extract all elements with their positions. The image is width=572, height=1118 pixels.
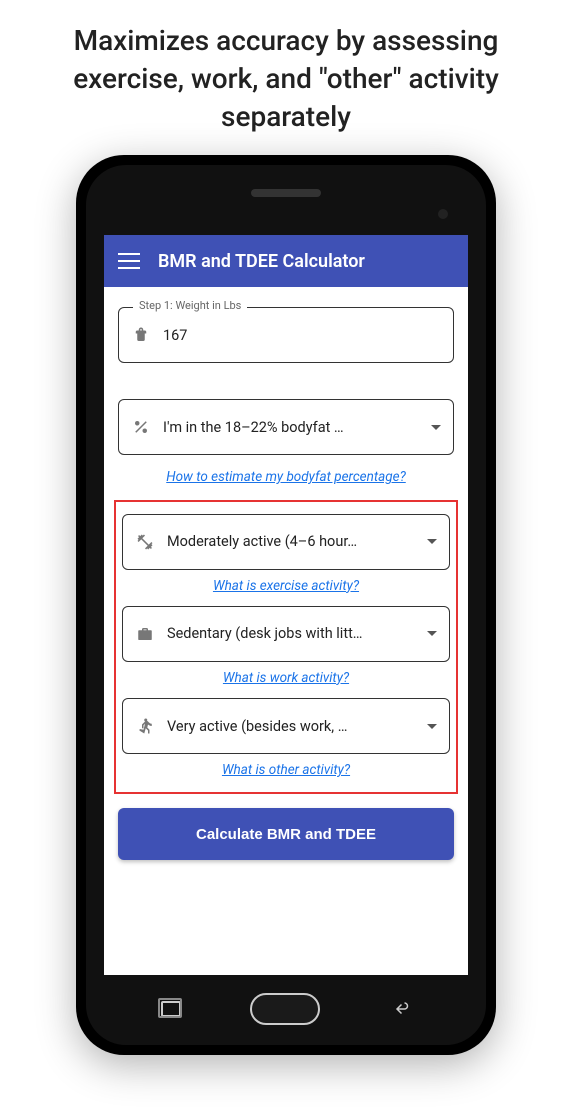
weight-icon [131,325,151,345]
marketing-headline: Maximizes accuracy by assessing exercise… [0,0,572,155]
exercise-select[interactable]: Moderately active (4–6 hour… [122,514,450,570]
phone-mockup: BMR and TDEE Calculator Step 1: Weight i… [76,155,496,1055]
menu-icon[interactable] [118,253,140,269]
android-nav-bar [86,987,486,1031]
exercise-value: Moderately active (4–6 hour… [167,533,415,550]
work-value: Sedentary (desk jobs with litt… [167,625,415,642]
other-help-link[interactable]: What is other activity? [118,760,454,780]
phone-speaker [251,189,321,197]
chevron-down-icon [427,724,437,729]
nav-recent-icon[interactable] [161,1001,181,1017]
bodyfat-select[interactable]: I'm in the 18–22% bodyfat … [118,399,454,455]
weight-value: 167 [163,327,441,344]
work-select[interactable]: Sedentary (desk jobs with litt… [122,606,450,662]
highlight-box: Moderately active (4–6 hour… What is exe… [114,500,458,795]
bodyfat-help-link[interactable]: How to estimate my bodyfat percentage? [114,467,458,487]
form-content: Step 1: Weight in Lbs 167 I'm in the 18–… [104,287,468,975]
bodyfat-value: I'm in the 18–22% bodyfat … [163,419,419,436]
chevron-down-icon [427,631,437,636]
briefcase-icon [135,624,155,644]
app-screen: BMR and TDEE Calculator Step 1: Weight i… [104,235,468,975]
app-title: BMR and TDEE Calculator [158,251,365,272]
chevron-down-icon [431,425,441,430]
weight-input[interactable]: Step 1: Weight in Lbs 167 [118,307,454,363]
weight-label: Step 1: Weight in Lbs [133,299,247,312]
work-help-link[interactable]: What is work activity? [118,668,454,688]
exercise-help-link[interactable]: What is exercise activity? [118,576,454,596]
dumbbell-icon [135,532,155,552]
chevron-down-icon [427,539,437,544]
nav-back-icon[interactable] [389,1000,411,1018]
other-select[interactable]: Very active (besides work, … [122,698,450,754]
percent-icon [131,417,151,437]
app-bar: BMR and TDEE Calculator [104,235,468,287]
other-value: Very active (besides work, … [167,718,415,735]
nav-home-icon[interactable] [250,993,320,1025]
walker-icon [135,716,155,736]
calculate-button[interactable]: Calculate BMR and TDEE [118,808,454,860]
phone-camera [438,209,448,219]
